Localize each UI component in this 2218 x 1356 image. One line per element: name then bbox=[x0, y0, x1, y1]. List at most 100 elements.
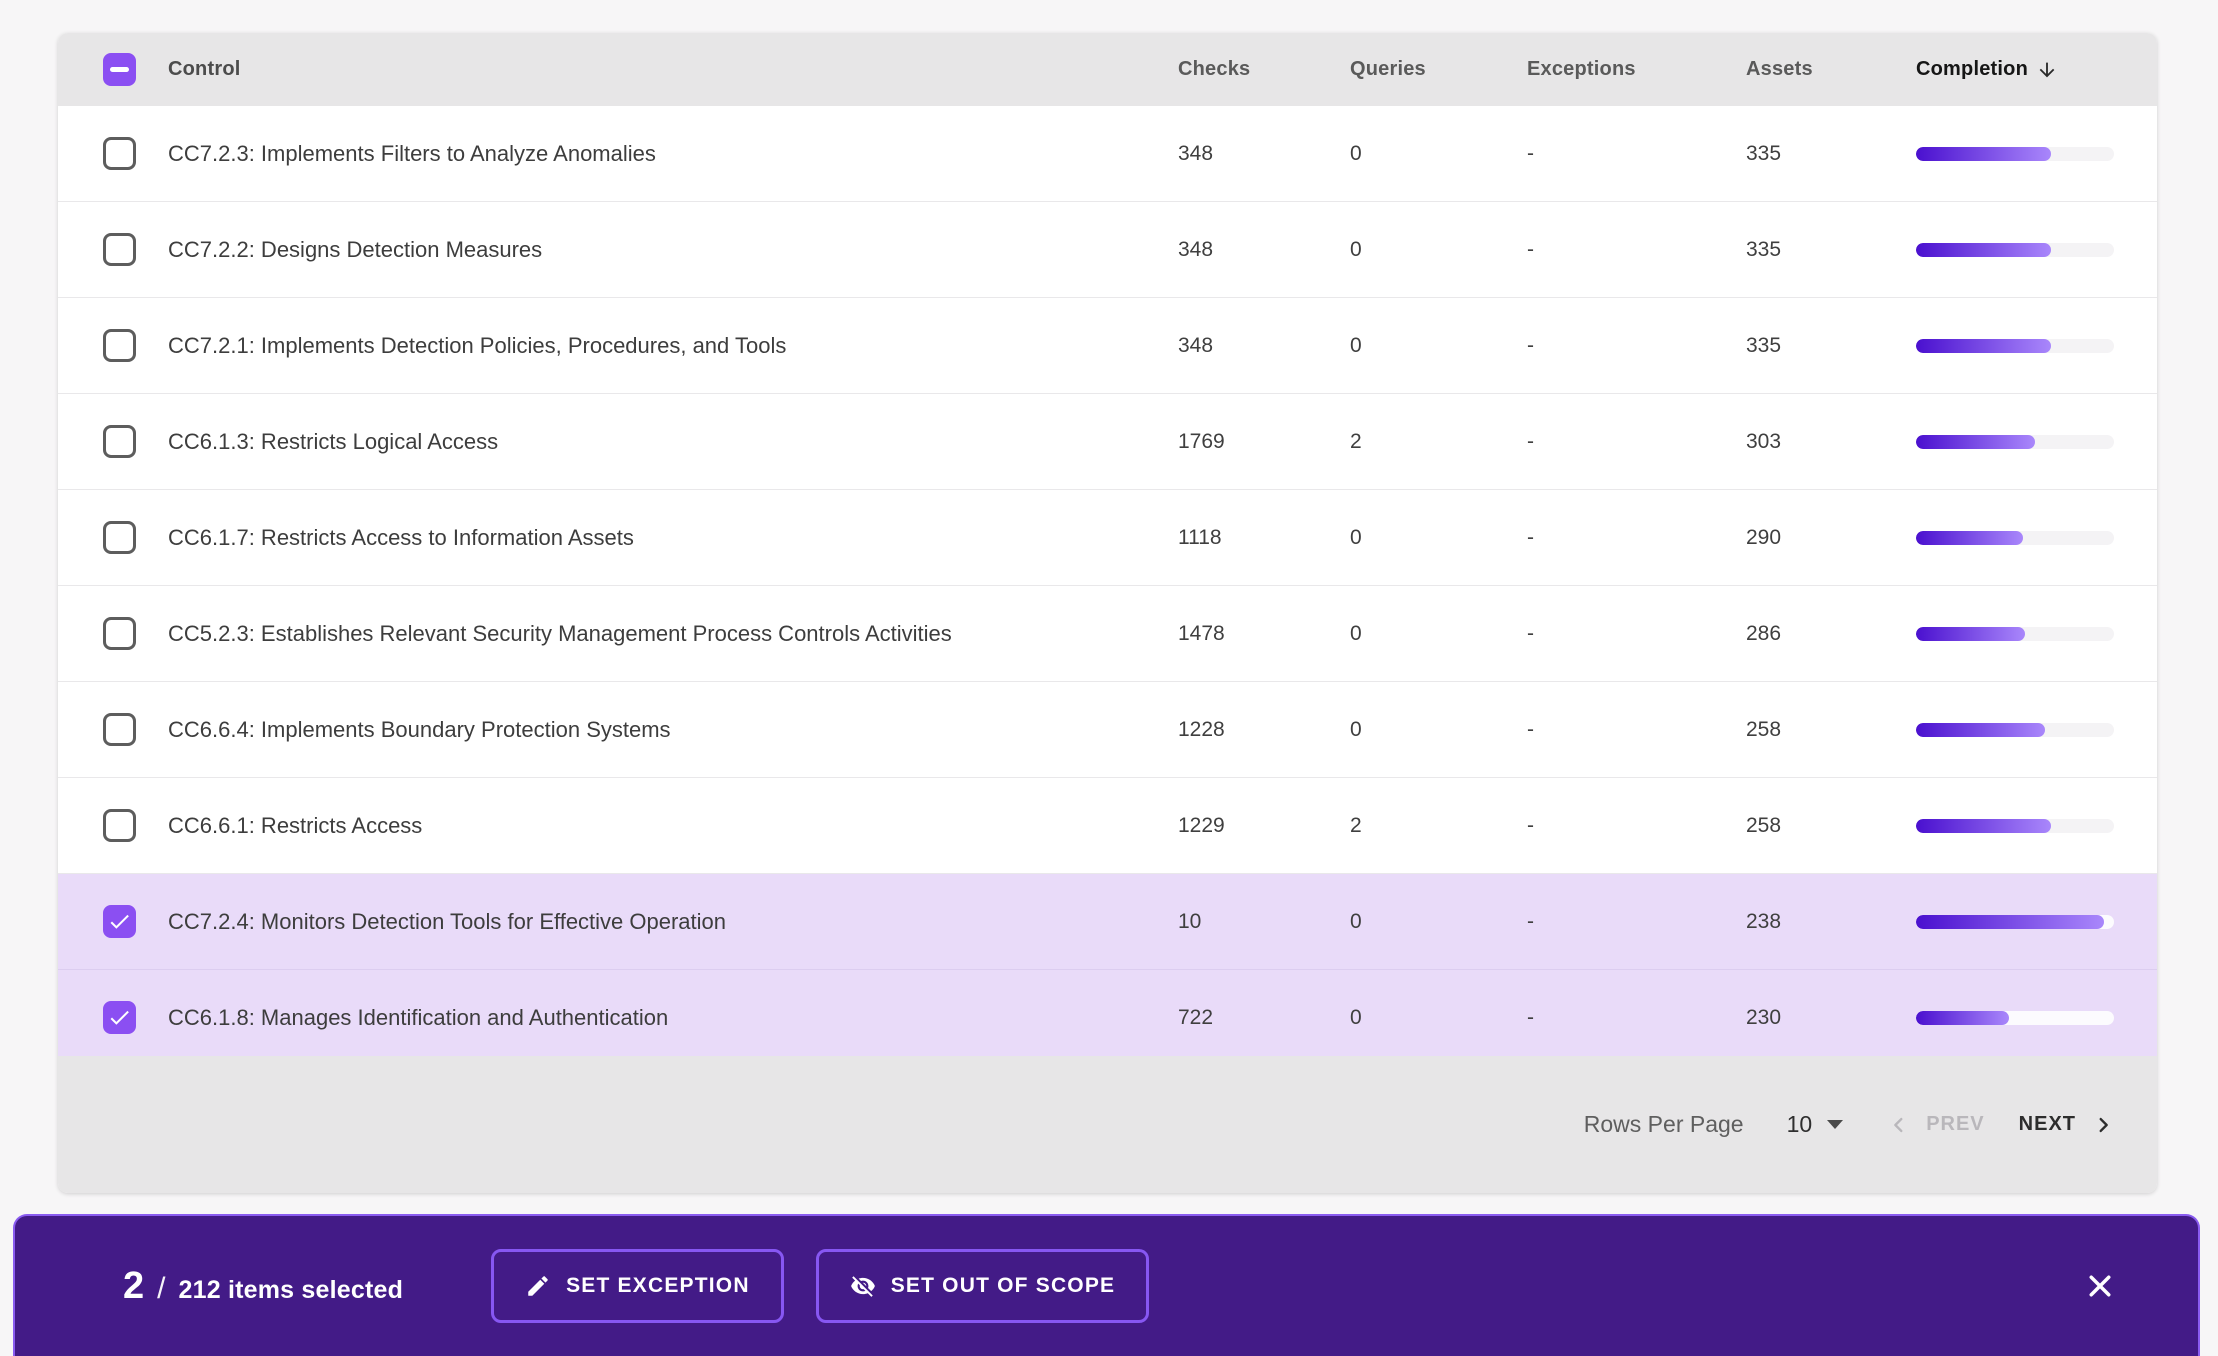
completion-bar bbox=[1916, 627, 2114, 641]
queries-cell: 0 bbox=[1350, 526, 1527, 550]
set-exception-button[interactable]: SET EXCEPTION bbox=[491, 1249, 784, 1323]
completion-bar-fill bbox=[1916, 243, 2051, 257]
row-checkbox[interactable] bbox=[103, 137, 136, 170]
exceptions-cell: - bbox=[1527, 814, 1746, 838]
column-header-exceptions[interactable]: Exceptions bbox=[1527, 58, 1746, 81]
table-row[interactable]: CC7.2.1: Implements Detection Policies, … bbox=[58, 297, 2157, 393]
completion-bar-fill bbox=[1916, 1011, 2009, 1025]
completion-bar bbox=[1916, 819, 2114, 833]
column-header-control: Control bbox=[168, 58, 1178, 81]
queries-cell: 0 bbox=[1350, 718, 1527, 742]
completion-bar bbox=[1916, 147, 2114, 161]
exceptions-cell: - bbox=[1527, 430, 1746, 454]
assets-cell: 335 bbox=[1746, 238, 1916, 262]
table-row[interactable]: CC7.2.4: Monitors Detection Tools for Ef… bbox=[58, 873, 2157, 969]
control-cell: CC7.2.2: Designs Detection Measures bbox=[168, 237, 1178, 263]
queries-cell: 0 bbox=[1350, 622, 1527, 646]
row-checkbox[interactable] bbox=[103, 521, 136, 554]
rows-per-page-select[interactable]: 10 bbox=[1787, 1111, 1844, 1138]
set-out-of-scope-label: SET OUT OF SCOPE bbox=[891, 1274, 1116, 1298]
control-cell: CC6.1.7: Restricts Access to Information… bbox=[168, 525, 1178, 551]
exceptions-cell: - bbox=[1527, 622, 1746, 646]
queries-cell: 0 bbox=[1350, 1006, 1527, 1030]
column-header-assets[interactable]: Assets bbox=[1746, 58, 1916, 81]
row-checkbox[interactable] bbox=[103, 233, 136, 266]
table-row[interactable]: CC6.6.4: Implements Boundary Protection … bbox=[58, 681, 2157, 777]
prev-page-button[interactable]: PREV bbox=[1888, 1113, 1984, 1136]
assets-cell: 286 bbox=[1746, 622, 1916, 646]
completion-bar bbox=[1916, 915, 2114, 929]
assets-cell: 303 bbox=[1746, 430, 1916, 454]
queries-cell: 0 bbox=[1350, 334, 1527, 358]
completion-bar-fill bbox=[1916, 627, 2025, 641]
checks-cell: 348 bbox=[1178, 238, 1350, 262]
pencil-icon bbox=[525, 1273, 551, 1299]
completion-bar bbox=[1916, 243, 2114, 257]
checks-cell: 348 bbox=[1178, 334, 1350, 358]
checkmark-icon bbox=[107, 909, 132, 934]
completion-bar-fill bbox=[1916, 723, 2045, 737]
next-page-button[interactable]: NEXT bbox=[2019, 1113, 2114, 1136]
completion-bar-fill bbox=[1916, 531, 2023, 545]
exceptions-cell: - bbox=[1527, 1006, 1746, 1030]
selection-divider: / bbox=[157, 1272, 165, 1306]
checks-cell: 348 bbox=[1178, 142, 1350, 166]
table-body: CC7.2.3: Implements Filters to Analyze A… bbox=[58, 106, 2157, 1065]
assets-cell: 335 bbox=[1746, 334, 1916, 358]
chevron-left-icon bbox=[1888, 1114, 1910, 1136]
select-all-checkbox[interactable] bbox=[103, 53, 136, 86]
completion-bar-fill bbox=[1916, 915, 2104, 929]
table-row[interactable]: CC6.6.1: Restricts Access 1229 2 - 258 bbox=[58, 777, 2157, 873]
queries-cell: 2 bbox=[1350, 430, 1527, 454]
table-row[interactable]: CC5.2.3: Establishes Relevant Security M… bbox=[58, 585, 2157, 681]
assets-cell: 238 bbox=[1746, 910, 1916, 934]
checks-cell: 1228 bbox=[1178, 718, 1350, 742]
chevron-right-icon bbox=[2092, 1114, 2114, 1136]
control-cell: CC6.6.4: Implements Boundary Protection … bbox=[168, 717, 1178, 743]
row-checkbox[interactable] bbox=[103, 617, 136, 650]
column-header-checks[interactable]: Checks bbox=[1178, 58, 1350, 81]
control-cell: CC7.2.4: Monitors Detection Tools for Ef… bbox=[168, 909, 1178, 935]
control-cell: CC6.1.3: Restricts Logical Access bbox=[168, 429, 1178, 455]
table-row[interactable]: CC6.1.3: Restricts Logical Access 1769 2… bbox=[58, 393, 2157, 489]
dismiss-selection-button[interactable] bbox=[2080, 1266, 2120, 1306]
set-out-of-scope-button[interactable]: SET OUT OF SCOPE bbox=[816, 1249, 1150, 1323]
table-header-row: Control Checks Queries Exceptions Assets… bbox=[58, 33, 2157, 106]
selection-action-bar: 2 / 212 items selected SET EXCEPTION SET… bbox=[13, 1214, 2200, 1356]
exceptions-cell: - bbox=[1527, 718, 1746, 742]
row-checkbox[interactable] bbox=[103, 329, 136, 362]
exceptions-cell: - bbox=[1527, 334, 1746, 358]
completion-bar bbox=[1916, 435, 2114, 449]
completion-bar bbox=[1916, 339, 2114, 353]
checks-cell: 1478 bbox=[1178, 622, 1350, 646]
table-row[interactable]: CC7.2.3: Implements Filters to Analyze A… bbox=[58, 106, 2157, 201]
queries-cell: 2 bbox=[1350, 814, 1527, 838]
checkbox-indeterminate-icon bbox=[110, 67, 129, 72]
row-checkbox[interactable] bbox=[103, 905, 136, 938]
checks-cell: 722 bbox=[1178, 1006, 1350, 1030]
row-checkbox[interactable] bbox=[103, 713, 136, 746]
row-checkbox[interactable] bbox=[103, 1001, 136, 1034]
completion-bar-fill bbox=[1916, 819, 2051, 833]
queries-cell: 0 bbox=[1350, 142, 1527, 166]
column-header-queries[interactable]: Queries bbox=[1350, 58, 1527, 81]
queries-cell: 0 bbox=[1350, 238, 1527, 262]
table-row[interactable]: CC6.1.8: Manages Identification and Auth… bbox=[58, 969, 2157, 1065]
completion-bar-fill bbox=[1916, 435, 2035, 449]
control-cell: CC7.2.1: Implements Detection Policies, … bbox=[168, 333, 1178, 359]
table-row[interactable]: CC7.2.2: Designs Detection Measures 348 … bbox=[58, 201, 2157, 297]
selected-count: 2 bbox=[123, 1265, 144, 1308]
row-checkbox[interactable] bbox=[103, 809, 136, 842]
control-cell: CC7.2.3: Implements Filters to Analyze A… bbox=[168, 141, 1178, 167]
assets-cell: 230 bbox=[1746, 1006, 1916, 1030]
checks-cell: 1769 bbox=[1178, 430, 1350, 454]
table-row[interactable]: CC6.1.7: Restricts Access to Information… bbox=[58, 489, 2157, 585]
assets-cell: 258 bbox=[1746, 718, 1916, 742]
column-header-completion[interactable]: Completion bbox=[1916, 58, 2157, 81]
completion-bar bbox=[1916, 1011, 2114, 1025]
selection-summary: 2 / 212 items selected bbox=[123, 1265, 403, 1308]
checks-cell: 10 bbox=[1178, 910, 1350, 934]
completion-bar bbox=[1916, 723, 2114, 737]
close-icon bbox=[2085, 1271, 2115, 1301]
row-checkbox[interactable] bbox=[103, 425, 136, 458]
